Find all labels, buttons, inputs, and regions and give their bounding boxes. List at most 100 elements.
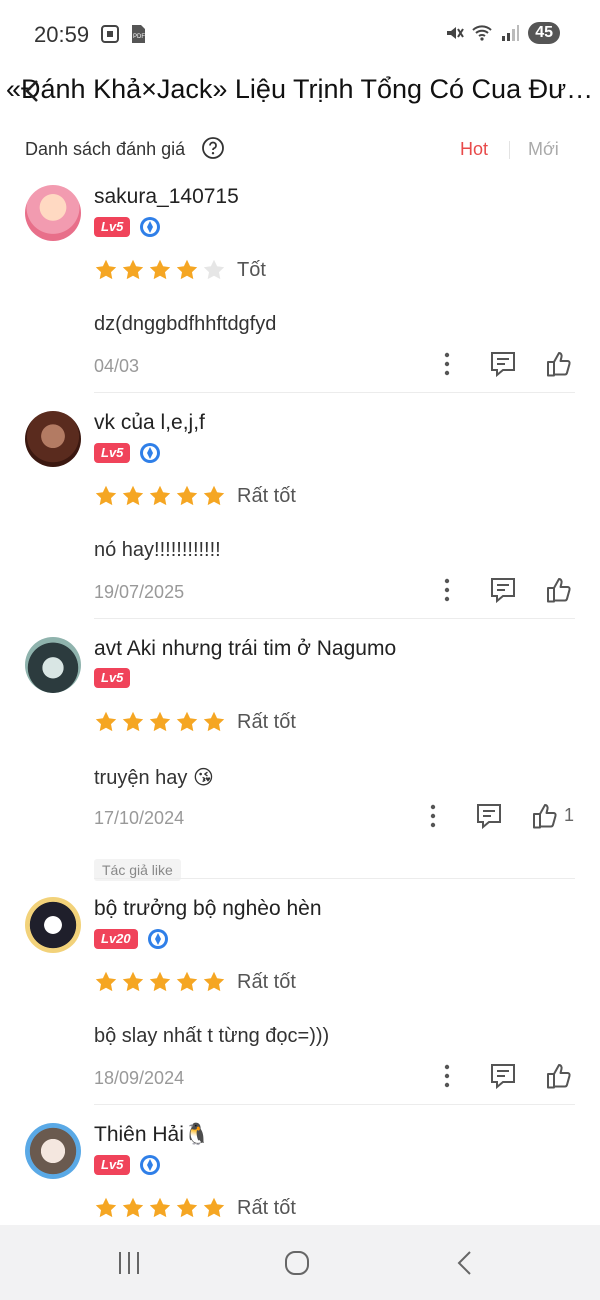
back-icon[interactable] — [449, 1247, 481, 1279]
user-badges: Lv5 — [94, 1154, 161, 1176]
more-options-icon[interactable] — [432, 575, 462, 605]
sort-hot-tab[interactable]: Hot — [460, 139, 488, 160]
divider — [94, 878, 575, 879]
star-filled-icon — [176, 259, 198, 280]
review-actions — [0, 575, 600, 609]
star-filled-icon — [95, 971, 117, 992]
rating-label: Rất tốt — [237, 970, 296, 993]
user-badges: Lv5 — [94, 442, 161, 464]
comment-icon[interactable] — [488, 1061, 518, 1091]
more-options-icon[interactable] — [418, 801, 448, 831]
status-bar: 20:59 PDF 45 — [0, 0, 600, 70]
level-badge: Lv5 — [94, 217, 131, 237]
avatar[interactable] — [25, 185, 81, 241]
level-badge: Lv5 — [94, 443, 131, 463]
user-badges: Lv5 — [94, 216, 161, 238]
vip-badge-icon — [147, 929, 168, 949]
status-right-icons: 45 — [444, 22, 560, 44]
sort-new-tab[interactable]: Mới — [528, 139, 559, 160]
star-filled-icon — [203, 711, 225, 732]
vip-badge-icon — [140, 217, 161, 237]
more-options-icon[interactable] — [432, 349, 462, 379]
page-title: «Đánh Khả×Jack» Liệu Trịnh Tổng Có Cua Đ… — [6, 74, 594, 104]
more-options-icon[interactable] — [432, 1061, 462, 1091]
comment-icon[interactable] — [488, 575, 518, 605]
like-icon[interactable] — [544, 575, 574, 605]
star-filled-icon — [95, 1197, 117, 1218]
avatar[interactable] — [25, 637, 81, 693]
mute-icon — [447, 27, 465, 39]
star-filled-icon — [176, 711, 198, 732]
review-actions — [0, 349, 600, 383]
status-time: 20:59 — [34, 22, 90, 47]
rating-label: Rất tốt — [237, 1196, 296, 1219]
wifi-icon — [472, 25, 492, 41]
avatar[interactable] — [25, 1123, 81, 1179]
pdf-icon: PDF — [132, 25, 145, 43]
rating: Tốt — [94, 258, 266, 282]
rating-label: Rất tốt — [237, 710, 296, 733]
username[interactable]: bộ trưởng bộ nghèo hèn — [94, 897, 322, 921]
like-icon[interactable] — [544, 1061, 574, 1091]
star-filled-icon — [122, 971, 144, 992]
recent-apps-icon[interactable] — [113, 1247, 145, 1279]
star-filled-icon — [149, 971, 171, 992]
star-filled-icon — [122, 485, 144, 506]
review-text: nó hay!!!!!!!!!!!! — [94, 539, 221, 561]
star-empty-icon — [203, 259, 225, 280]
vip-badge-icon — [140, 1155, 161, 1175]
star-rating — [94, 970, 226, 994]
rating: Rất tốt — [94, 1196, 296, 1220]
username[interactable]: Thiên Hải🐧 — [94, 1123, 210, 1147]
divider — [94, 618, 575, 619]
username[interactable]: vk của l,e,j,f — [94, 411, 205, 435]
rating: Rất tốt — [94, 970, 296, 994]
review-text: dz(dnggbdfhhftdgfyd — [94, 313, 277, 335]
star-filled-icon — [203, 485, 225, 506]
review-text: bộ slay nhất t từng đọc=))) — [94, 1025, 330, 1047]
comment-icon[interactable] — [474, 801, 504, 831]
level-badge: Lv5 — [94, 668, 131, 688]
rating-label: Tốt — [237, 258, 266, 281]
like-count: 1 — [564, 805, 575, 825]
divider — [94, 392, 575, 393]
review-list-header: Danh sách đánh giá Hot Mới — [0, 130, 600, 170]
avatar[interactable] — [25, 411, 81, 467]
star-filled-icon — [176, 485, 198, 506]
star-filled-icon — [95, 485, 117, 506]
home-icon[interactable] — [281, 1247, 313, 1279]
star-filled-icon — [176, 1197, 198, 1218]
username[interactable]: avt Aki nhưng trái tim ở Nagumo — [94, 637, 396, 661]
review-actions: 1 — [0, 801, 600, 835]
star-rating — [94, 258, 226, 282]
star-filled-icon — [149, 259, 171, 280]
title-bar: «Đánh Khả×Jack» Liệu Trịnh Tổng Có Cua Đ… — [0, 70, 600, 114]
star-filled-icon — [149, 485, 171, 506]
star-filled-icon — [95, 711, 117, 732]
avatar[interactable] — [25, 897, 81, 953]
review-text: truyện hay 😘 — [94, 767, 214, 789]
comment-icon[interactable] — [488, 349, 518, 379]
back-arrow-icon[interactable] — [18, 76, 48, 106]
username[interactable]: sakura_140715 — [94, 185, 239, 209]
like-icon[interactable] — [544, 349, 574, 379]
star-filled-icon — [122, 711, 144, 732]
star-filled-icon — [95, 259, 117, 280]
help-icon[interactable] — [201, 136, 225, 160]
rating-label: Rất tốt — [237, 484, 296, 507]
divider — [94, 1104, 575, 1105]
star-rating — [94, 710, 226, 734]
star-filled-icon — [122, 259, 144, 280]
star-rating — [94, 1196, 226, 1220]
battery-indicator: 45 — [528, 22, 560, 44]
screenshot-icon — [101, 25, 119, 43]
rating: Rất tốt — [94, 484, 296, 508]
user-badges: Lv5 — [94, 668, 131, 688]
signal-icon — [502, 25, 520, 41]
sort-divider — [509, 141, 510, 159]
level-badge: Lv5 — [94, 1155, 131, 1175]
like-icon[interactable] — [530, 801, 560, 831]
star-filled-icon — [149, 711, 171, 732]
star-filled-icon — [149, 1197, 171, 1218]
star-filled-icon — [203, 1197, 225, 1218]
